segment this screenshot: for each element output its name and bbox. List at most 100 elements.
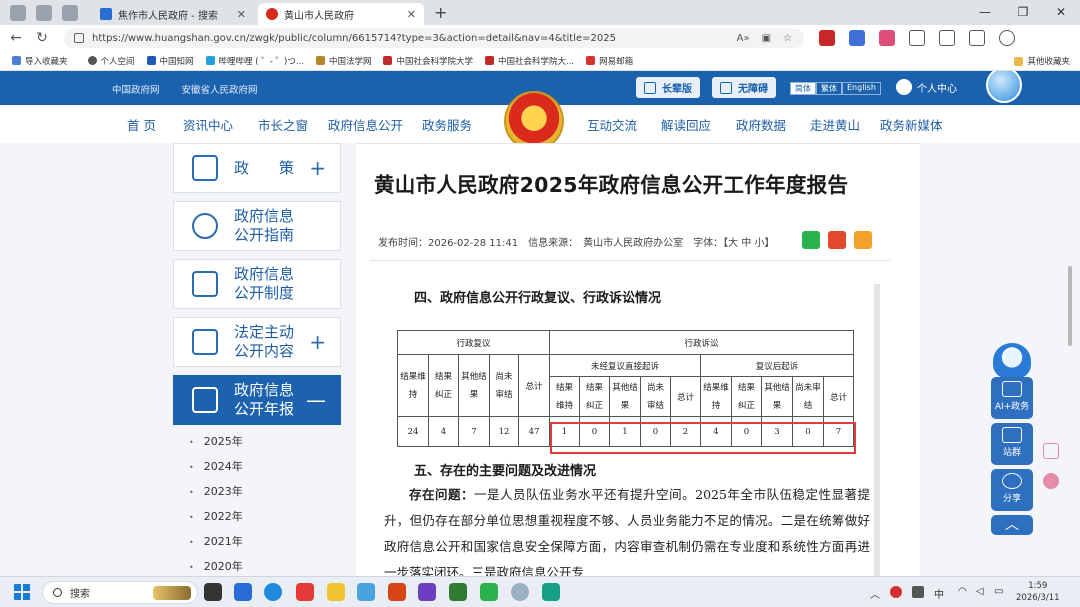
- app-green-icon[interactable]: [449, 583, 467, 601]
- expand-plus-icon[interactable]: +: [309, 156, 326, 180]
- tab-actions-icon[interactable]: [62, 4, 78, 21]
- national-emblem-icon[interactable]: [504, 91, 564, 151]
- back-button[interactable]: ←: [6, 30, 26, 46]
- ai-gov-button[interactable]: AI+政务: [991, 377, 1033, 419]
- year-link-2025[interactable]: 2025年: [173, 429, 341, 454]
- bookmark-import[interactable]: 导入收藏夹: [12, 55, 68, 67]
- link-gov-cn[interactable]: 中国政府网: [112, 82, 160, 96]
- taskbar-search[interactable]: 搜索: [42, 581, 198, 604]
- nav-mayor[interactable]: 市长之窗: [258, 115, 308, 134]
- windows-start-icon[interactable]: [14, 584, 30, 600]
- lifebuoy-icon[interactable]: [1043, 473, 1059, 489]
- close-tab-icon[interactable]: ✕: [237, 8, 246, 21]
- restore-button[interactable]: ❐: [1004, 0, 1042, 25]
- tab-search[interactable]: 焦作市人民政府 - 搜索 ✕: [92, 3, 254, 25]
- nav-gov-data[interactable]: 政府数据: [736, 115, 786, 134]
- widgets-icon[interactable]: [234, 583, 252, 601]
- lang-english[interactable]: English: [842, 82, 881, 95]
- bookmark-cnki[interactable]: 中国知网: [146, 55, 194, 67]
- split-screen-icon[interactable]: ▣: [762, 33, 771, 44]
- workspaces-icon[interactable]: [36, 4, 52, 21]
- copilot-icon[interactable]: [999, 30, 1015, 46]
- favorite-share-icon[interactable]: [854, 231, 872, 249]
- read-aloud-icon[interactable]: A»: [737, 33, 750, 44]
- other-bookmarks[interactable]: 其他收藏夹: [1014, 55, 1070, 67]
- task-view-icon[interactable]: [204, 583, 222, 601]
- tray-chevron-icon[interactable]: ︿: [870, 586, 880, 601]
- favorites-icon[interactable]: [939, 30, 955, 46]
- tray-app-icon[interactable]: [890, 586, 902, 598]
- lang-traditional[interactable]: 繁体: [816, 82, 842, 95]
- edge-icon[interactable]: [264, 583, 282, 601]
- nav-new-media[interactable]: 政务新媒体: [880, 115, 943, 134]
- nav-services[interactable]: 政务服务: [422, 115, 472, 134]
- year-link-2022[interactable]: 2022年: [173, 504, 341, 529]
- volume-icon[interactable]: ◁: [976, 586, 984, 597]
- collections-icon[interactable]: [969, 30, 985, 46]
- sidebar-item-system[interactable]: 政府信息公开制度: [173, 259, 341, 309]
- nav-huangshan[interactable]: 走进黄山: [810, 115, 860, 134]
- extension-badge-icon[interactable]: [819, 30, 835, 46]
- accessibility-button[interactable]: 无障碍: [712, 77, 776, 98]
- clock[interactable]: 1:59 2026/3/11: [1016, 580, 1060, 604]
- page-scrollbar[interactable]: [1068, 266, 1072, 346]
- grid-apps-icon[interactable]: [1043, 443, 1059, 459]
- elder-mode-button[interactable]: 长辈版: [636, 77, 700, 98]
- app-round-icon[interactable]: [511, 583, 529, 601]
- nav-interaction[interactable]: 互动交流: [587, 115, 637, 134]
- weibo-share-icon[interactable]: [828, 231, 846, 249]
- youdao-icon[interactable]: [296, 583, 314, 601]
- nav-interpretation[interactable]: 解读回应: [661, 115, 711, 134]
- new-tab-button[interactable]: +: [434, 3, 447, 22]
- year-link-2020[interactable]: 2020年: [173, 554, 341, 576]
- year-link-2021[interactable]: 2021年: [173, 529, 341, 554]
- sidebar-item-policy[interactable]: 政 策 +: [173, 143, 341, 193]
- bookmark-cass-univ[interactable]: 中国社会科学院大学: [383, 55, 473, 67]
- favorite-star-icon[interactable]: ☆: [783, 33, 792, 44]
- extensions-puzzle-icon[interactable]: [909, 30, 925, 46]
- wechat-icon[interactable]: [480, 583, 498, 601]
- user-center-link[interactable]: 个人中心: [896, 79, 957, 95]
- sidebar-item-annual-report[interactable]: 政府信息公开年报 —: [173, 375, 341, 425]
- photos-icon[interactable]: [357, 583, 375, 601]
- wps-icon[interactable]: [388, 583, 406, 601]
- nav-gov-info[interactable]: 政府信息公开: [328, 115, 403, 134]
- font-size-control[interactable]: 字体：【大 中 小】: [693, 234, 774, 249]
- url-bar[interactable]: https://www.huangshan.gov.cn/zwgk/public…: [64, 28, 804, 48]
- wechat-share-icon[interactable]: [802, 231, 820, 249]
- ime-indicator[interactable]: 中: [934, 586, 944, 601]
- ai-robot-icon[interactable]: [993, 343, 1031, 379]
- file-explorer-icon[interactable]: [327, 583, 345, 601]
- battery-icon[interactable]: ▭: [994, 586, 1003, 597]
- nav-news[interactable]: 资讯中心: [183, 115, 233, 134]
- lang-simplified[interactable]: 简体: [790, 82, 816, 95]
- minimize-button[interactable]: —: [966, 0, 1004, 25]
- content-scrollbar[interactable]: [874, 284, 880, 576]
- sidebar-item-statutory[interactable]: 法定主动公开内容 +: [173, 317, 341, 367]
- link-anhui-gov[interactable]: 安徽省人民政府网: [182, 82, 258, 96]
- bookmark-bilibili[interactable]: 哔哩哔哩 ( ゜- ゜)つ...: [205, 55, 304, 67]
- expand-plus-icon[interactable]: +: [309, 330, 326, 354]
- close-tab-icon[interactable]: ✕: [407, 8, 416, 21]
- back-to-top-button[interactable]: ︿: [991, 515, 1033, 535]
- share-button[interactable]: 分享: [991, 469, 1033, 511]
- extension-shield-icon[interactable]: [849, 30, 865, 46]
- bookmark-netease-mail[interactable]: 网易邮箱: [586, 55, 633, 67]
- nav-home[interactable]: 首 页: [127, 115, 156, 134]
- refresh-button[interactable]: ↻: [32, 30, 52, 46]
- site-group-button[interactable]: 站群: [991, 423, 1033, 465]
- collapse-minus-icon[interactable]: —: [306, 388, 326, 412]
- year-link-2023[interactable]: 2023年: [173, 479, 341, 504]
- sidebar-item-guide[interactable]: 政府信息公开指南: [173, 201, 341, 251]
- app-purple-icon[interactable]: [418, 583, 436, 601]
- year-link-2024[interactable]: 2024年: [173, 454, 341, 479]
- bookmark-cass-univ-2[interactable]: 中国社会科学院大...: [485, 55, 574, 67]
- assistant-bubble-icon[interactable]: [986, 71, 1022, 103]
- bookmark-personal[interactable]: 个人空间: [87, 55, 135, 67]
- tray-app-icon-2[interactable]: [912, 586, 924, 598]
- close-window-button[interactable]: ✕: [1042, 0, 1080, 25]
- profile-icon[interactable]: [10, 4, 26, 21]
- tab-huangshan[interactable]: 黄山市人民政府 ✕: [258, 3, 424, 25]
- app-teal-icon[interactable]: [542, 583, 560, 601]
- bookmark-law[interactable]: 中国法学网: [315, 55, 371, 67]
